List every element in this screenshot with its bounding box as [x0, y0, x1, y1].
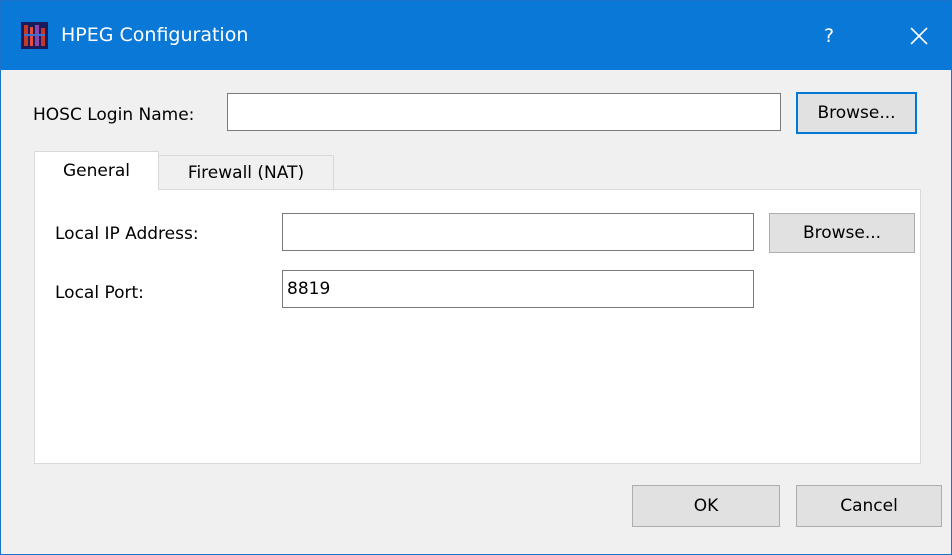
local-ip-browse-button[interactable]: Browse...	[769, 213, 915, 253]
ok-button[interactable]: OK	[632, 485, 780, 527]
dialog-window: HPEG Configuration ? HOSC Login Name: Br…	[0, 0, 952, 555]
app-icon	[21, 22, 48, 49]
cancel-button[interactable]: Cancel	[796, 485, 942, 527]
close-button[interactable]	[893, 15, 945, 57]
hosc-login-input[interactable]	[227, 93, 781, 131]
close-icon	[910, 27, 928, 45]
title-bar[interactable]: HPEG Configuration ?	[1, 1, 951, 70]
hosc-browse-button[interactable]: Browse...	[796, 92, 917, 134]
local-port-input[interactable]: 8819	[282, 270, 754, 308]
local-port-label: Local Port:	[55, 283, 144, 303]
help-button[interactable]: ?	[803, 15, 855, 57]
local-ip-label: Local IP Address:	[55, 224, 199, 244]
hosc-login-label: HOSC Login Name:	[33, 105, 195, 125]
tab-firewall-nat[interactable]: Firewall (NAT)	[158, 155, 334, 189]
tab-general[interactable]: General	[34, 151, 159, 190]
window-title: HPEG Configuration	[61, 24, 249, 46]
local-ip-input[interactable]	[282, 213, 754, 251]
